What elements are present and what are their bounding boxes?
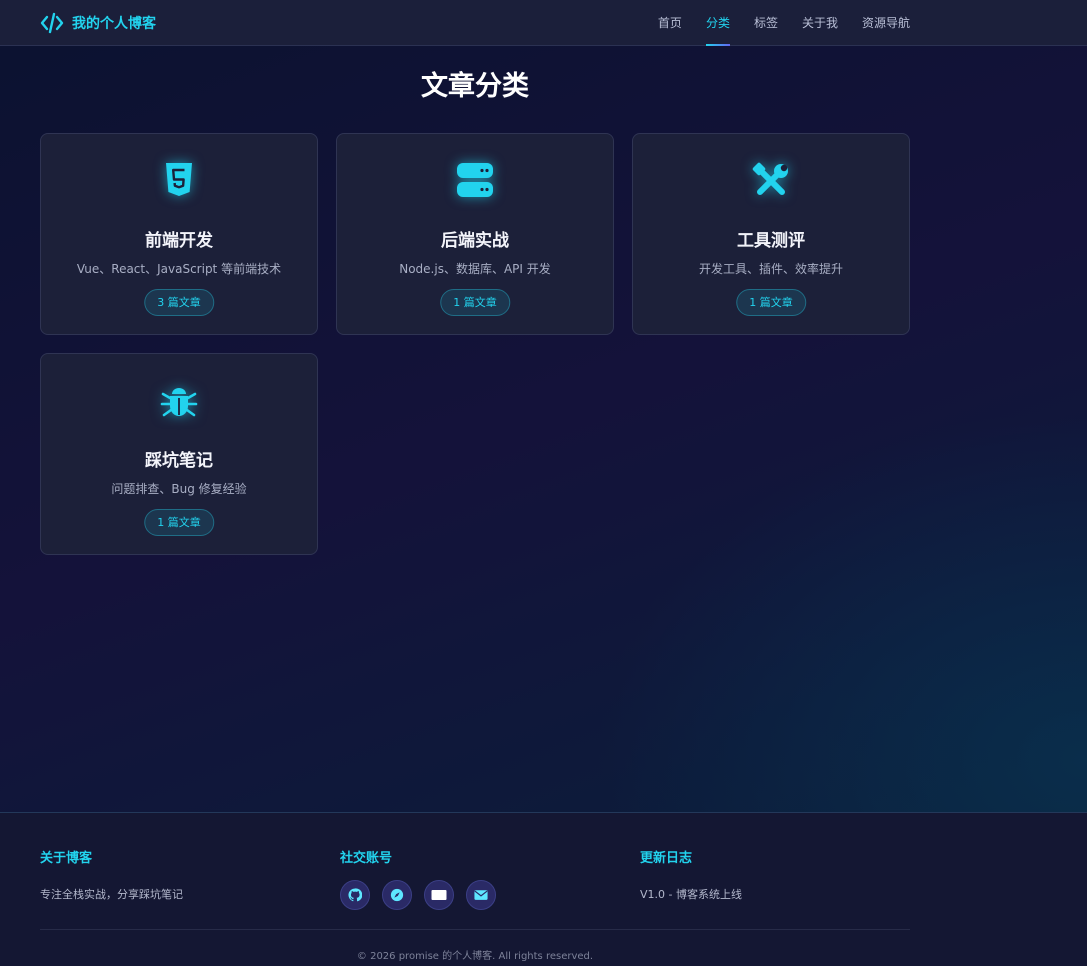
github-link[interactable] bbox=[340, 880, 370, 910]
category-title: 后端实战 bbox=[441, 231, 509, 251]
footer-changelog-text: V1.0 - 博客系统上线 bbox=[640, 888, 742, 901]
compass-link[interactable] bbox=[382, 880, 412, 910]
category-description: 开发工具、插件、效率提升 bbox=[698, 262, 843, 276]
category-description: 问题排查、Bug 修复经验 bbox=[111, 482, 247, 496]
server-icon bbox=[457, 163, 493, 197]
code-icon bbox=[40, 12, 64, 34]
main-nav: 首页 分类 标签 关于我 资源导航 bbox=[658, 0, 910, 46]
footer-about: 关于博客 专注全栈实战，分享踩坑笔记 bbox=[40, 847, 183, 902]
category-title: 前端开发 bbox=[145, 231, 213, 251]
category-title: 踩坑笔记 bbox=[145, 451, 213, 471]
category-card-tools[interactable]: 工具测评 开发工具、插件、效率提升 1 篇文章 bbox=[632, 133, 910, 335]
footer-about-text: 专注全栈实战，分享踩坑笔记 bbox=[40, 888, 183, 901]
nav-about[interactable]: 关于我 bbox=[802, 0, 838, 46]
category-description: Node.js、数据库、API 开发 bbox=[399, 262, 551, 276]
card-icon bbox=[431, 890, 447, 900]
page-title: 文章分类 bbox=[421, 71, 529, 102]
category-card-bugs[interactable]: 踩坑笔记 问题排查、Bug 修复经验 1 篇文章 bbox=[40, 353, 318, 555]
category-title: 工具测评 bbox=[737, 231, 805, 251]
compass-icon bbox=[390, 888, 404, 902]
site-title: 我的个人博客 bbox=[72, 16, 156, 32]
article-count-badge[interactable]: 1 篇文章 bbox=[440, 289, 510, 316]
github-icon bbox=[348, 888, 362, 902]
footer-changelog-heading: 更新日志 bbox=[640, 851, 693, 866]
tools-icon bbox=[752, 162, 788, 195]
nav-tags[interactable]: 标签 bbox=[754, 0, 778, 46]
footer-social: 社交账号 bbox=[340, 847, 496, 910]
nav-resources[interactable]: 资源导航 bbox=[862, 0, 910, 46]
mail-icon bbox=[474, 890, 488, 900]
nav-home[interactable]: 首页 bbox=[658, 0, 682, 46]
footer-about-heading: 关于博客 bbox=[40, 851, 93, 866]
html5-icon bbox=[166, 163, 192, 196]
footer-divider bbox=[40, 929, 910, 930]
footer-changelog: 更新日志 V1.0 - 博客系统上线 bbox=[640, 847, 742, 902]
nav-categories[interactable]: 分类 bbox=[705, 0, 730, 46]
card-link[interactable] bbox=[424, 880, 454, 910]
email-link[interactable] bbox=[466, 880, 496, 910]
bug-icon bbox=[160, 388, 198, 417]
top-navbar: 我的个人博客 首页 分类 标签 关于我 资源导航 bbox=[0, 0, 1087, 46]
article-count-badge[interactable]: 1 篇文章 bbox=[736, 289, 806, 316]
copyright-text: © 2026 promise 的个人博客. All rights reserve… bbox=[356, 951, 594, 962]
footer-social-heading: 社交账号 bbox=[340, 851, 393, 866]
site-brand[interactable]: 我的个人博客 bbox=[40, 12, 156, 34]
category-card-frontend[interactable]: 前端开发 Vue、React、JavaScript 等前端技术 3 篇文章 bbox=[40, 133, 318, 335]
category-card-backend[interactable]: 后端实战 Node.js、数据库、API 开发 1 篇文章 bbox=[336, 133, 614, 335]
article-count-badge[interactable]: 1 篇文章 bbox=[144, 509, 214, 536]
category-description: Vue、React、JavaScript 等前端技术 bbox=[76, 262, 282, 276]
article-count-badge[interactable]: 3 篇文章 bbox=[144, 289, 214, 316]
site-footer: 关于博客 专注全栈实战，分享踩坑笔记 社交账号 更新日志 V1.0 - 博客系统… bbox=[0, 812, 1087, 966]
